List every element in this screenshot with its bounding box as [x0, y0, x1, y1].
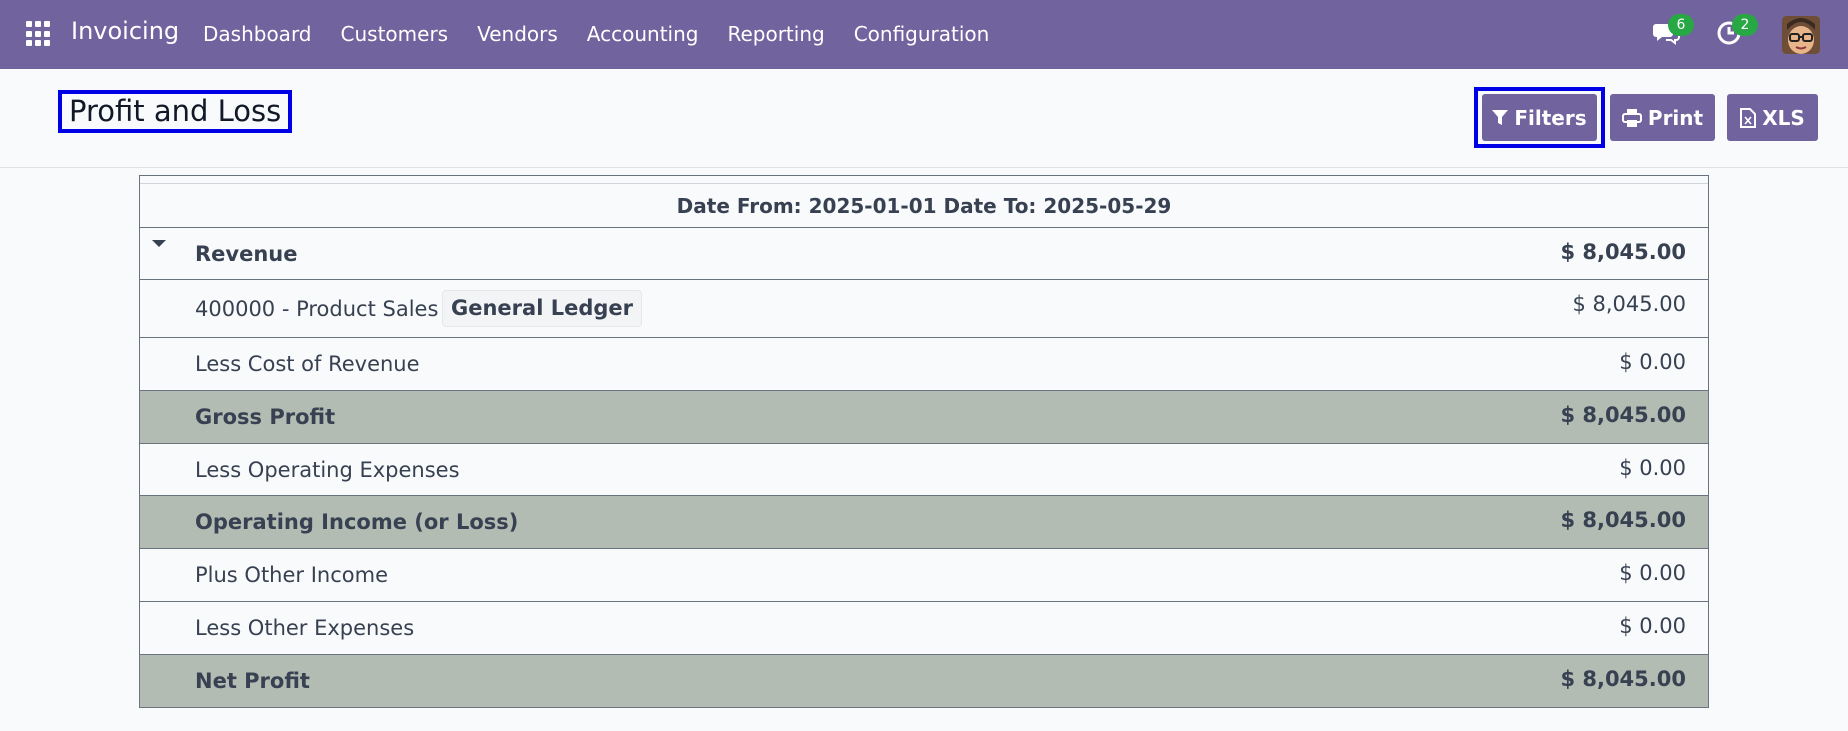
caret-down-icon[interactable] [152, 240, 166, 247]
row-amount: $ 8,045.00 [1560, 667, 1686, 691]
row-label: Plus Other Income [195, 563, 388, 587]
row-revenue[interactable]: Revenue $ 8,045.00 [140, 228, 1708, 280]
main-menu: Dashboard Customers Vendors Accounting R… [203, 22, 1018, 46]
general-ledger-button[interactable]: General Ledger [442, 290, 642, 327]
activities-button[interactable]: 2 [1716, 14, 1758, 50]
avatar-image [1782, 16, 1820, 54]
row-other-income: Plus Other Income $ 0.00 [140, 549, 1708, 602]
row-label: Net Profit [195, 669, 310, 693]
printer-icon [1621, 108, 1642, 127]
report-top-border [140, 176, 1708, 184]
filters-button[interactable]: Filters [1482, 94, 1597, 141]
page-title: Profit and Loss [58, 90, 292, 133]
row-label: Less Other Expenses [195, 616, 415, 640]
row-label: Gross Profit [195, 405, 336, 429]
row-amount: $ 0.00 [1619, 561, 1686, 585]
row-operating-expenses: Less Operating Expenses $ 0.00 [140, 444, 1708, 496]
filter-icon [1492, 109, 1509, 125]
excel-file-icon [1740, 107, 1757, 128]
xls-button[interactable]: XLS [1727, 94, 1818, 141]
row-amount: $ 0.00 [1619, 350, 1686, 374]
messages-button[interactable]: 6 [1652, 14, 1694, 50]
profit-loss-report: Date From: 2025-01-01 Date To: 2025-05-2… [139, 175, 1709, 708]
row-amount: $ 8,045.00 [1560, 508, 1686, 532]
date-range: Date From: 2025-01-01 Date To: 2025-05-2… [140, 184, 1708, 228]
filters-button-label: Filters [1514, 105, 1587, 130]
menu-vendors[interactable]: Vendors [477, 22, 558, 46]
menu-accounting[interactable]: Accounting [587, 22, 699, 46]
row-operating-income: Operating Income (or Loss) $ 8,045.00 [140, 496, 1708, 549]
row-label: Revenue [195, 241, 298, 266]
user-avatar[interactable] [1782, 16, 1820, 54]
row-cost-of-revenue: Less Cost of Revenue $ 0.00 [140, 338, 1708, 391]
row-other-expenses: Less Other Expenses $ 0.00 [140, 602, 1708, 655]
messages-badge: 6 [1668, 14, 1694, 36]
row-label: Less Cost of Revenue [195, 352, 420, 376]
print-button[interactable]: Print [1610, 94, 1715, 141]
row-amount: $ 8,045.00 [1560, 403, 1686, 427]
activities-badge: 2 [1732, 14, 1758, 36]
menu-configuration[interactable]: Configuration [854, 22, 990, 46]
row-label: Less Operating Expenses [195, 457, 460, 482]
app-grid-icon[interactable] [26, 21, 52, 47]
row-product-sales: 400000 - Product Sales General Ledger $ … [140, 280, 1708, 338]
row-amount: $ 0.00 [1619, 614, 1686, 638]
row-amount: $ 8,045.00 [1572, 292, 1686, 316]
row-label: 400000 - Product Sales [195, 296, 439, 321]
row-net-profit: Net Profit $ 8,045.00 [140, 655, 1708, 707]
xls-button-label: XLS [1762, 105, 1805, 130]
print-button-label: Print [1647, 105, 1704, 130]
row-amount: $ 8,045.00 [1560, 240, 1686, 264]
menu-dashboard[interactable]: Dashboard [203, 22, 312, 46]
row-label: Operating Income (or Loss) [195, 510, 519, 534]
top-navbar: Invoicing Dashboard Customers Vendors Ac… [0, 0, 1848, 69]
menu-customers[interactable]: Customers [341, 22, 449, 46]
menu-reporting[interactable]: Reporting [727, 22, 824, 46]
app-name[interactable]: Invoicing [71, 17, 179, 45]
row-gross-profit: Gross Profit $ 8,045.00 [140, 391, 1708, 444]
row-amount: $ 0.00 [1619, 456, 1686, 480]
